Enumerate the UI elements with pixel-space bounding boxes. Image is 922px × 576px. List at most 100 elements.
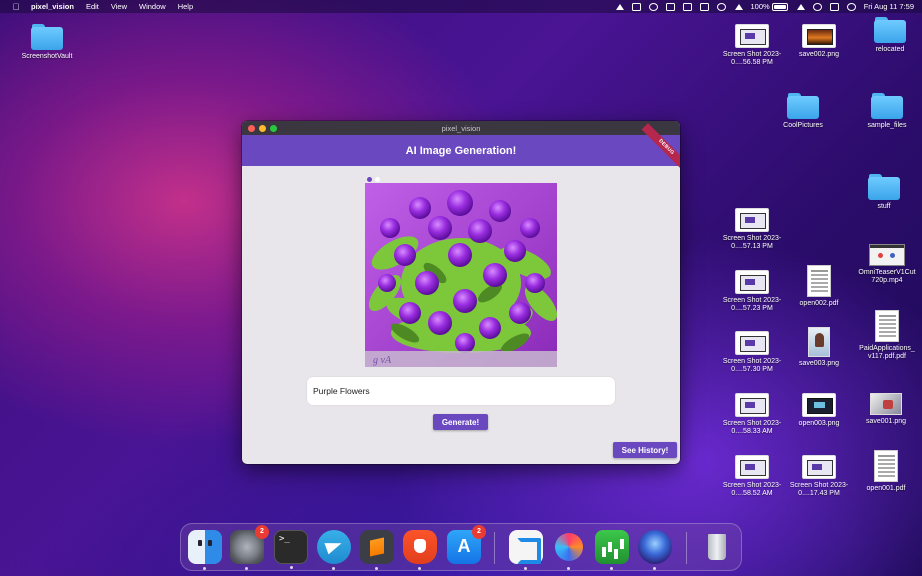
desktop-item-open002[interactable]: open002.pdf bbox=[782, 265, 856, 308]
running-indicator bbox=[290, 566, 293, 569]
menu-window[interactable]: Window bbox=[139, 2, 166, 11]
desktop-item-screenshot[interactable]: Screen Shot 2023-0....57.13 PM bbox=[715, 208, 789, 251]
running-indicator bbox=[418, 567, 421, 570]
image-thumbnail-icon bbox=[808, 327, 830, 357]
control-center-icon[interactable] bbox=[829, 2, 839, 11]
app-store-icon[interactable]: 2 bbox=[447, 525, 486, 564]
image-thumbnail-icon bbox=[802, 24, 836, 48]
numbers-icon[interactable] bbox=[595, 530, 629, 570]
desktop-item-screenshot[interactable]: Screen Shot 2023-0....17.43 PM bbox=[782, 455, 856, 498]
app-bar: AI Image Generation! DEBUG bbox=[242, 123, 680, 172]
finder-icon[interactable] bbox=[188, 530, 222, 570]
dock-separator bbox=[494, 532, 495, 564]
see-history-button[interactable]: See History! bbox=[613, 442, 677, 458]
dock-separator bbox=[686, 532, 687, 564]
page-title: AI Image Generation! bbox=[405, 144, 517, 157]
wallet-status-icon[interactable] bbox=[631, 2, 641, 11]
running-indicator bbox=[375, 567, 378, 570]
desktop-item-relocated[interactable]: relocated bbox=[853, 17, 922, 54]
desktop-item-save001[interactable]: save001.png bbox=[849, 393, 922, 426]
status-area: 100% Fri Aug 11 7:59 bbox=[615, 0, 914, 13]
desktop-item-stuff[interactable]: stuff bbox=[847, 174, 921, 211]
generate-button[interactable]: Generate! bbox=[433, 414, 488, 430]
carousel-dot-active[interactable] bbox=[367, 177, 372, 182]
running-indicator bbox=[524, 567, 527, 570]
menu-edit[interactable]: Edit bbox=[86, 2, 99, 11]
shield-status-icon[interactable] bbox=[665, 2, 675, 11]
menu-app-name[interactable]: pixel_vision bbox=[31, 2, 74, 11]
running-indicator bbox=[567, 567, 570, 570]
arc-browser-icon[interactable] bbox=[552, 530, 586, 570]
window-title: pixel_vision bbox=[441, 124, 481, 133]
app-window: pixel_vision AI Image Generation! DEBUG bbox=[242, 121, 680, 464]
folder-icon bbox=[874, 17, 906, 43]
generated-image[interactable]: g vA bbox=[365, 183, 557, 367]
purple-flowers-image: g vA bbox=[365, 183, 557, 367]
image-watermark-glyphs: g vA bbox=[373, 355, 392, 366]
image-thumbnail-icon bbox=[802, 393, 836, 417]
folder-icon bbox=[31, 24, 63, 50]
sublime-text-icon[interactable] bbox=[360, 530, 394, 570]
wifi-status-icon[interactable] bbox=[796, 3, 805, 11]
battery-percent: 100% bbox=[750, 2, 770, 11]
desktop-item-screenshot[interactable]: Screen Shot 2023-0....58.33 AM bbox=[715, 393, 789, 436]
folder-icon bbox=[871, 93, 903, 119]
vscode-icon[interactable] bbox=[509, 530, 543, 570]
desktop-item-omniteaser[interactable]: OmniTeaserV1Cut 720p.mp4 bbox=[850, 244, 922, 285]
battery-indicator[interactable]: 100% bbox=[751, 2, 788, 11]
desktop-item-save003[interactable]: save003.png bbox=[782, 327, 856, 368]
menu-help[interactable]: Help bbox=[178, 2, 193, 11]
system-settings-icon[interactable]: 2 bbox=[230, 525, 269, 570]
terminal-icon[interactable] bbox=[274, 530, 308, 569]
screenshot-icon bbox=[802, 455, 836, 479]
notification-badge: 2 bbox=[255, 525, 269, 539]
running-indicator bbox=[653, 567, 656, 570]
menu-clock[interactable]: Fri Aug 11 7:59 bbox=[864, 2, 914, 11]
display-status-icon[interactable] bbox=[682, 2, 692, 11]
desktop-item-open003[interactable]: open003.png bbox=[782, 393, 856, 428]
desktop-item-screenshot[interactable]: Screen Shot 2023-0....57.30 PM bbox=[715, 331, 789, 374]
keyboard-status-icon[interactable] bbox=[699, 2, 709, 11]
trash-icon[interactable] bbox=[700, 530, 734, 564]
desktop-item-screenshotvault[interactable]: ScreenshotVault bbox=[10, 24, 84, 61]
screenshot-icon bbox=[735, 24, 769, 48]
desktop-item-save002[interactable]: save002.png bbox=[782, 24, 856, 59]
folder-icon bbox=[787, 93, 819, 119]
video-thumbnail-icon bbox=[869, 244, 905, 266]
screenshot-icon bbox=[735, 393, 769, 417]
running-indicator bbox=[610, 567, 613, 570]
record-status-icon[interactable] bbox=[716, 2, 726, 11]
desktop-item-screenshot[interactable]: Screen Shot 2023-0....56.58 PM bbox=[715, 24, 789, 67]
search-icon[interactable] bbox=[812, 2, 822, 11]
brave-browser-icon[interactable] bbox=[403, 530, 437, 570]
prompt-input[interactable]: Purple Flowers bbox=[307, 377, 615, 405]
window-titlebar[interactable]: pixel_vision bbox=[242, 121, 680, 135]
image-thumbnail-icon bbox=[870, 393, 902, 415]
desktop-item-screenshot[interactable]: Screen Shot 2023-0....57.23 PM bbox=[715, 270, 789, 313]
desktop-item-coolpictures[interactable]: CoolPictures bbox=[766, 93, 840, 130]
pixel-vision-app-icon[interactable] bbox=[638, 530, 672, 570]
desktop-item-open001[interactable]: open001.pdf bbox=[849, 450, 922, 493]
telegram-icon[interactable] bbox=[317, 530, 351, 570]
running-indicator bbox=[332, 567, 335, 570]
running-indicator bbox=[245, 567, 248, 570]
desktop-item-screenshot[interactable]: Screen Shot 2023-0....58.52 AM bbox=[715, 455, 789, 498]
screenshot-icon bbox=[735, 331, 769, 355]
carousel-dot[interactable] bbox=[375, 177, 380, 182]
dock: 2 2 bbox=[180, 523, 742, 571]
folder-icon bbox=[868, 174, 900, 200]
main-content: g vA Purple Flowers Generate! See Histor… bbox=[242, 166, 680, 464]
siri-icon[interactable] bbox=[846, 2, 856, 11]
telegram-status-icon[interactable] bbox=[615, 3, 624, 11]
notification-badge: 2 bbox=[472, 525, 486, 539]
pdf-document-icon bbox=[807, 265, 831, 297]
desktop-item-sample-files[interactable]: sample_files bbox=[850, 93, 922, 130]
carousel-indicator bbox=[367, 177, 380, 182]
apple-menu-icon[interactable]:  bbox=[11, 2, 21, 12]
desktop-item-paidapplications[interactable]: PaidApplications_ v117.pdf.pdf bbox=[850, 310, 922, 361]
vpn-status-icon[interactable] bbox=[648, 2, 658, 11]
bluetooth-status-icon[interactable] bbox=[734, 3, 743, 11]
menu-view[interactable]: View bbox=[111, 2, 127, 11]
pdf-document-icon bbox=[875, 310, 899, 342]
screenshot-icon bbox=[735, 455, 769, 479]
